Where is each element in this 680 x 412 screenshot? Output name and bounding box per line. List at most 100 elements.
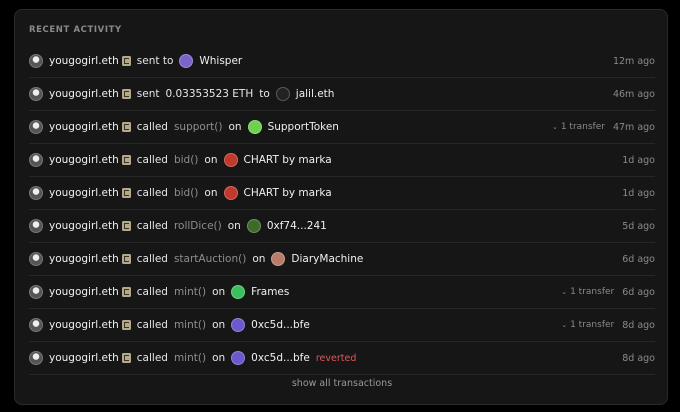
preposition: on: [212, 286, 226, 298]
preposition: on: [204, 187, 218, 199]
preposition: on: [252, 253, 266, 265]
action-verb: called: [136, 352, 168, 364]
id-badge-icon: [121, 287, 131, 297]
transfer-count: 1 transfer: [560, 122, 605, 132]
dice-contract-icon[interactable]: [246, 219, 261, 233]
user-name-link[interactable]: yougogirl.eth: [49, 55, 119, 67]
activity-row[interactable]: yougogirl.eth called mint() on 0xc5d...bfe ⌄ 1…: [29, 309, 655, 342]
target-link[interactable]: 0xc5d...bfe: [251, 352, 310, 364]
row-meta: 8d ago: [622, 342, 655, 374]
chart-icon[interactable]: [223, 186, 238, 200]
whisper-icon[interactable]: [179, 54, 194, 68]
contract-icon[interactable]: [231, 351, 246, 365]
function-name: bid(): [173, 154, 199, 166]
activity-row[interactable]: yougogirl.eth sent 0.03353523 ETH to jalil.e…: [29, 78, 655, 111]
jalil-avatar-icon[interactable]: [275, 87, 290, 101]
supporttoken-icon[interactable]: [247, 120, 262, 134]
activity-row[interactable]: yougogirl.eth called rollDice() on 0xf74...2…: [29, 210, 655, 243]
diarymachine-icon[interactable]: [271, 252, 286, 266]
activity-row[interactable]: yougogirl.eth sent to Whisper 12m ago: [29, 45, 655, 78]
id-badge-icon: [121, 254, 131, 264]
user-avatar-icon[interactable]: [29, 153, 43, 167]
action-verb: sent: [136, 88, 160, 100]
user-avatar-icon[interactable]: [29, 252, 43, 266]
activity-row[interactable]: yougogirl.eth called startAuction() on Diary…: [29, 243, 655, 276]
user-avatar-icon[interactable]: [29, 285, 43, 299]
row-meta: 12m ago: [613, 45, 655, 77]
user-avatar-icon[interactable]: [29, 186, 43, 200]
activity-row[interactable]: yougogirl.eth called mint() on 0xc5d...bfe re…: [29, 342, 655, 375]
activity-row[interactable]: yougogirl.eth called support() on SupportTok…: [29, 111, 655, 144]
id-badge-icon: [121, 155, 131, 165]
chart-icon[interactable]: [223, 153, 238, 167]
transfer-toggle[interactable]: ⌄ 1 transfer: [552, 122, 605, 132]
timestamp: 6d ago: [622, 253, 655, 265]
action-verb: called: [136, 253, 168, 265]
user-avatar-icon[interactable]: [29, 219, 43, 233]
activity-row[interactable]: yougogirl.eth called bid() on CHART by marka…: [29, 177, 655, 210]
show-all-transactions-link[interactable]: show all transactions: [15, 378, 669, 389]
preposition: on: [212, 319, 226, 331]
activity-row[interactable]: yougogirl.eth called bid() on CHART by marka…: [29, 144, 655, 177]
timestamp: 6d ago: [622, 286, 655, 298]
recent-activity-panel: RECENT ACTIVITY yougogirl.eth sent to Whis…: [14, 9, 668, 405]
reverted-label: reverted: [315, 352, 357, 364]
action-verb: called: [136, 319, 168, 331]
timestamp: 8d ago: [622, 319, 655, 331]
target-link[interactable]: SupportToken: [268, 121, 339, 133]
transfer-toggle[interactable]: ⌄ 1 transfer: [561, 320, 614, 330]
preposition: on: [204, 154, 218, 166]
target-link[interactable]: Whisper: [199, 55, 242, 67]
chevron-down-icon: ⌄: [561, 288, 568, 296]
chevron-down-icon: ⌄: [561, 321, 568, 329]
preposition: on: [228, 121, 242, 133]
function-name: rollDice(): [173, 220, 222, 232]
action-verb: called: [136, 220, 168, 232]
timestamp: 1d ago: [622, 154, 655, 166]
target-link[interactable]: CHART by marka: [244, 154, 332, 166]
user-name-link[interactable]: yougogirl.eth: [49, 121, 119, 133]
contract-icon[interactable]: [231, 318, 246, 332]
target-link[interactable]: 0xf74...241: [267, 220, 327, 232]
target-link[interactable]: jalil.eth: [296, 88, 335, 100]
user-name-link[interactable]: yougogirl.eth: [49, 319, 119, 331]
user-avatar-icon[interactable]: [29, 87, 43, 101]
row-meta: ⌄ 1 transfer 6d ago: [561, 276, 655, 308]
user-name-link[interactable]: yougogirl.eth: [49, 154, 119, 166]
id-badge-icon: [121, 89, 131, 99]
activity-row[interactable]: yougogirl.eth called mint() on Frames ⌄ 1 tran…: [29, 276, 655, 309]
user-name-link[interactable]: yougogirl.eth: [49, 220, 119, 232]
user-avatar-icon[interactable]: [29, 318, 43, 332]
user-avatar-icon[interactable]: [29, 54, 43, 68]
preposition: on: [227, 220, 241, 232]
amount-value: 0.03353523 ETH: [165, 88, 254, 100]
preposition: on: [212, 352, 226, 364]
row-meta: 5d ago: [622, 210, 655, 242]
target-link[interactable]: DiaryMachine: [291, 253, 363, 265]
row-meta: ⌄ 1 transfer 47m ago: [552, 111, 655, 143]
target-link[interactable]: 0xc5d...bfe: [251, 319, 310, 331]
id-badge-icon: [121, 188, 131, 198]
function-name: mint(): [173, 319, 207, 331]
timestamp: 5d ago: [622, 220, 655, 232]
user-name-link[interactable]: yougogirl.eth: [49, 352, 119, 364]
transfer-toggle[interactable]: ⌄ 1 transfer: [561, 287, 614, 297]
user-avatar-icon[interactable]: [29, 351, 43, 365]
target-link[interactable]: CHART by marka: [244, 187, 332, 199]
user-name-link[interactable]: yougogirl.eth: [49, 187, 119, 199]
target-link[interactable]: Frames: [251, 286, 289, 298]
timestamp: 12m ago: [612, 55, 655, 67]
timestamp: 1d ago: [622, 187, 655, 199]
action-verb: called: [136, 286, 168, 298]
user-name-link[interactable]: yougogirl.eth: [49, 88, 119, 100]
function-name: mint(): [173, 286, 207, 298]
user-avatar-icon[interactable]: [29, 120, 43, 134]
section-title: RECENT ACTIVITY: [29, 25, 122, 35]
frames-icon[interactable]: [231, 285, 246, 299]
action-verb: sent to: [136, 55, 174, 67]
user-name-link[interactable]: yougogirl.eth: [49, 286, 119, 298]
user-name-link[interactable]: yougogirl.eth: [49, 253, 119, 265]
id-badge-icon: [121, 56, 131, 66]
transfer-count: 1 transfer: [570, 320, 615, 330]
activity-list: yougogirl.eth sent to Whisper 12m ago yougog…: [29, 45, 655, 375]
